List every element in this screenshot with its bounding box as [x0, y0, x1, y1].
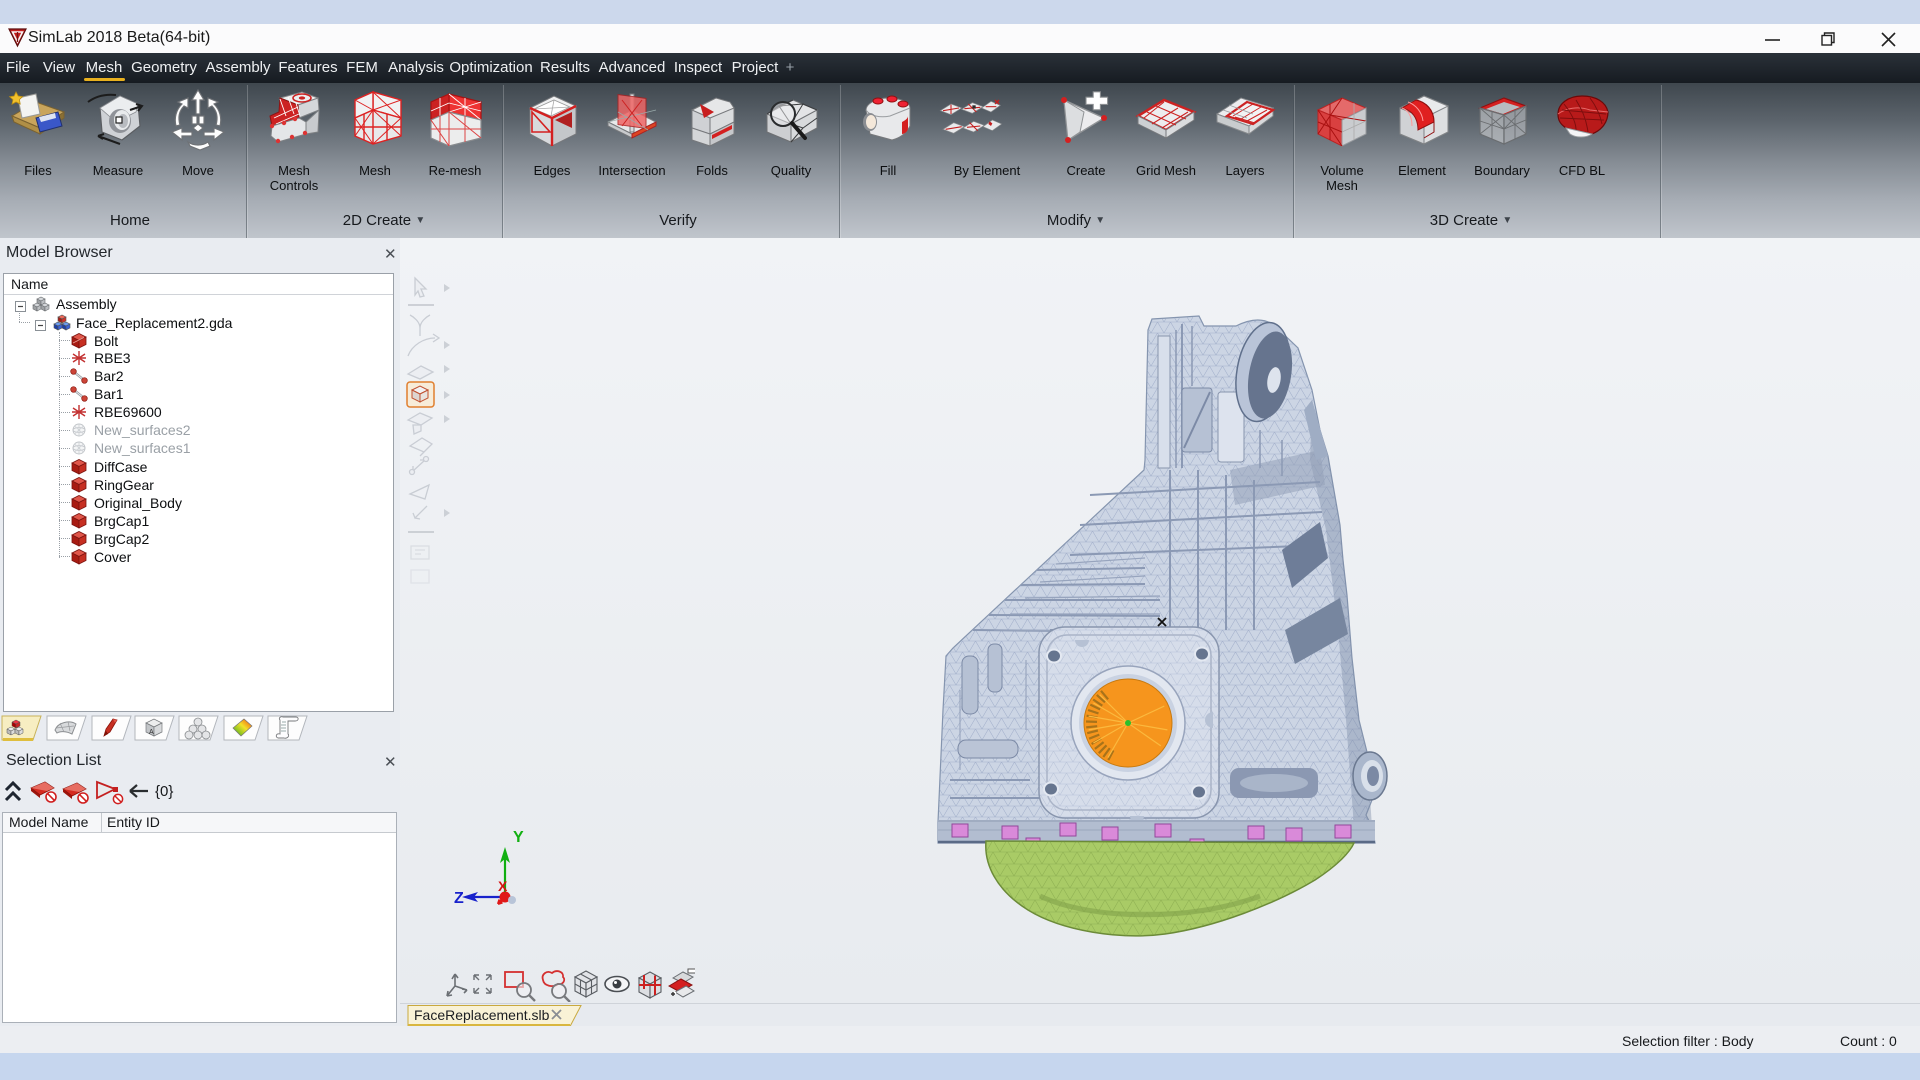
svg-text:Z: Z [454, 890, 464, 907]
svg-text:A: A [149, 729, 154, 736]
svg-text:Y: Y [513, 829, 524, 846]
svg-text:X: X [498, 878, 508, 894]
svg-text:FaceReplacement.slb: FaceReplacement.slb [414, 1007, 550, 1023]
